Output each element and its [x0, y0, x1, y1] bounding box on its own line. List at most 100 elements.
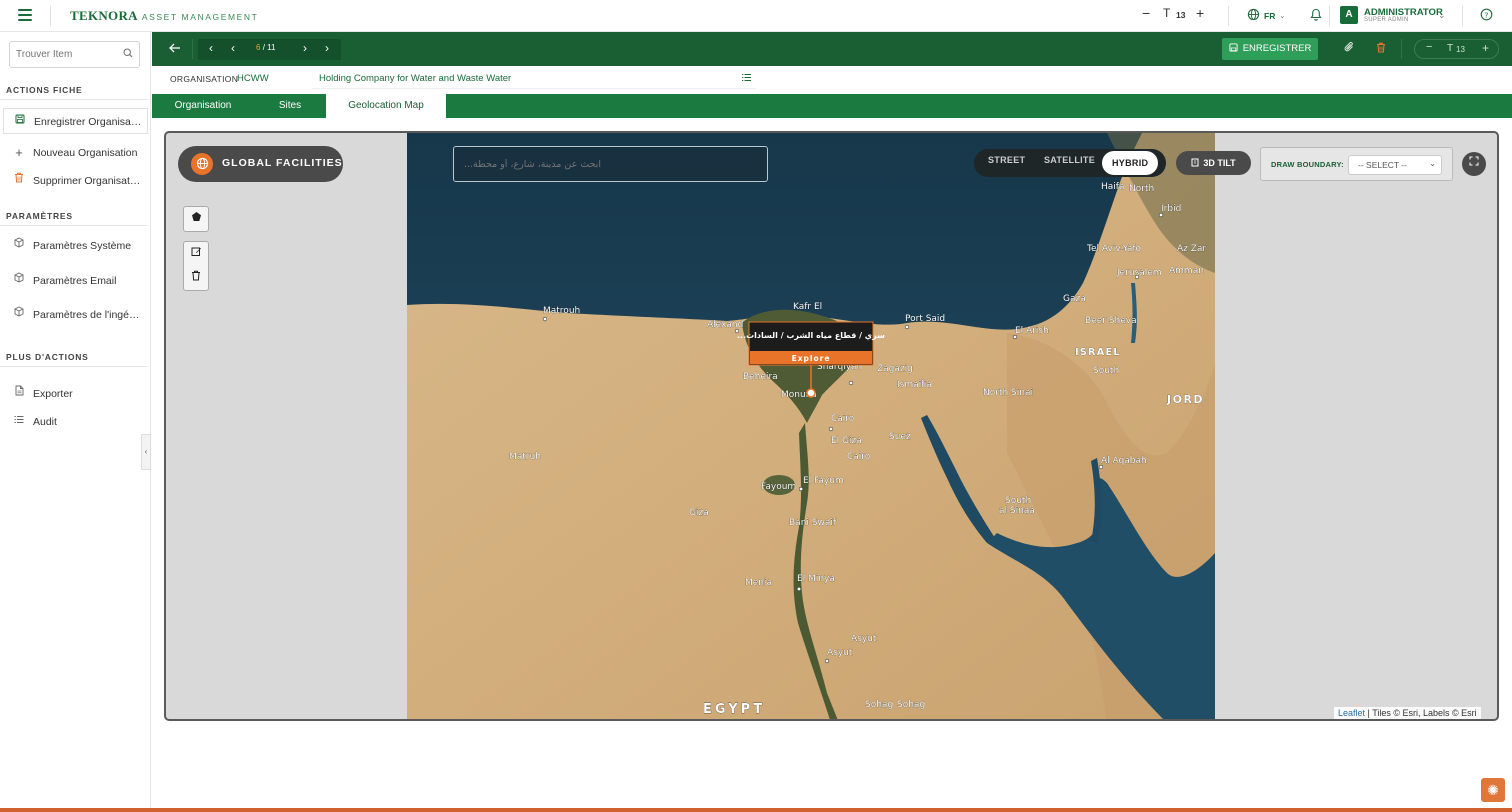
layer-street[interactable]: STREET — [988, 155, 1025, 165]
assistant-icon[interactable]: ✺ — [1481, 778, 1505, 802]
map-label: Zagazig — [877, 364, 913, 374]
divider — [0, 99, 148, 100]
section-parametres: PARAMÈTRES — [6, 211, 73, 221]
map-layer-toggle: STREET SATELLITE HYBRID — [974, 149, 1166, 177]
boundary-select[interactable]: -- SELECT -- ⌄ — [1348, 155, 1442, 175]
sidebar-item-audit[interactable]: Audit — [0, 409, 150, 435]
draw-polygon-tool[interactable] — [183, 206, 209, 232]
chevron-down-icon[interactable]: ⌄ — [1279, 11, 1286, 20]
bell-icon[interactable] — [1308, 8, 1324, 24]
location-marker-icon[interactable] — [806, 388, 816, 398]
globe-icon[interactable] — [1245, 8, 1261, 24]
polygon-icon[interactable] — [184, 207, 208, 231]
sidebar-item-delete[interactable]: Supprimer Organisation — [0, 168, 150, 194]
map-label: Sohag — [865, 700, 893, 710]
country-label-egypt: EGYPT — [703, 702, 765, 717]
map-label: Matruh — [509, 452, 541, 462]
sidebar-collapse-button[interactable]: ‹ — [141, 434, 151, 470]
divider — [312, 88, 756, 89]
org-name[interactable]: Holding Company for Water and Waste Wate… — [319, 73, 511, 84]
map-label: Bani Swaif — [789, 518, 837, 528]
city-marker — [1012, 334, 1018, 340]
sidebar-search[interactable] — [9, 41, 140, 68]
font-decrease-icon[interactable]: − — [1426, 41, 1432, 53]
back-arrow-icon[interactable] — [167, 41, 183, 57]
3d-tilt-button[interactable]: 3D TILT — [1176, 151, 1251, 175]
next-record-icon[interactable]: › — [298, 41, 312, 55]
first-record-icon[interactable]: ‹ — [204, 41, 218, 55]
map-label: Az Zar — [1177, 244, 1206, 254]
font-increase-icon[interactable]: + — [1196, 5, 1204, 21]
top-header: TEKNORA ASSET MANAGEMENT − T 13 + FR ⌄ A … — [0, 0, 1512, 32]
city-marker — [1158, 212, 1164, 218]
sidebar-item-label: Exporter — [33, 388, 73, 400]
tab-sites[interactable]: Sites — [254, 94, 326, 118]
record-toolbar: ‹ ‹ 6 / 11 › › ENREGISTRER − T 13 + — [152, 32, 1512, 66]
map-label: Al Aqabah — [1101, 456, 1147, 466]
map-search-input[interactable] — [464, 147, 764, 181]
edit-icon[interactable] — [184, 242, 208, 266]
save-button[interactable]: ENREGISTRER — [1222, 38, 1318, 60]
avatar[interactable]: A — [1340, 6, 1358, 24]
map-label: Menia — [745, 578, 772, 588]
global-facilities-button[interactable]: GLOBAL FACILITIES — [178, 146, 343, 182]
sidebar-item-email-settings[interactable]: Paramètres Email — [0, 268, 150, 294]
font-increase-icon[interactable]: + — [1482, 41, 1489, 55]
menu-icon[interactable] — [18, 9, 32, 21]
sidebar-item-system-settings[interactable]: Paramètres Système — [0, 233, 150, 259]
cube-icon — [13, 268, 25, 294]
sidebar-search-input[interactable] — [16, 42, 116, 67]
sidebar-item-label: Nouveau Organisation — [33, 147, 138, 159]
sidebar-item-engineering-settings[interactable]: Paramètres de l'ingénierie — [0, 302, 150, 328]
sidebar-item-export[interactable]: Exporter — [0, 381, 150, 407]
tab-organisation[interactable]: Organisation — [152, 94, 254, 118]
3d-tilt-label: 3D TILT — [1203, 158, 1236, 168]
language-selector[interactable]: FR — [1264, 11, 1275, 21]
map-attribution: Leaflet | Tiles © Esri, Labels © Esri — [1334, 707, 1481, 719]
divider — [1228, 6, 1229, 26]
globe-icon — [191, 153, 213, 175]
fullscreen-button[interactable] — [1462, 152, 1486, 176]
popup-title: ...سري / قطاع مياه الشرب / السادات — [737, 331, 885, 340]
map-canvas[interactable]: Matrouh Alexand Kafr El Port Said Beheir… — [407, 133, 1215, 721]
record-header: ORGANISATION HCWW Holding Company for Wa… — [152, 66, 1512, 94]
sidebar-item-new[interactable]: + Nouveau Organisation — [0, 140, 150, 166]
sidebar-item-save[interactable]: Enregistrer Organisation — [3, 108, 148, 134]
explore-button-label: Explore — [792, 354, 831, 363]
tab-geolocation-map[interactable]: Geolocation Map — [326, 94, 446, 118]
plus-icon: + — [15, 145, 23, 160]
map-label: South — [1093, 366, 1119, 376]
layer-satellite[interactable]: SATELLITE — [1044, 155, 1095, 165]
delete-icon[interactable] — [1373, 41, 1389, 57]
logo-subtitle: ASSET MANAGEMENT — [141, 12, 259, 22]
sidebar-item-label: Supprimer Organisation — [33, 175, 141, 187]
city-marker — [1134, 274, 1140, 280]
app-brand[interactable]: TEKNORA ASSET MANAGEMENT — [70, 8, 258, 24]
country-label-israel: ISRAEL — [1075, 347, 1121, 358]
leaflet-link[interactable]: Leaflet — [1338, 708, 1365, 718]
city-marker — [828, 426, 834, 432]
prev-record-icon[interactable]: ‹ — [226, 41, 240, 55]
sidebar: ACTIONS FICHE Enregistrer Organisation +… — [0, 32, 151, 812]
help-icon[interactable]: ? — [1478, 8, 1494, 24]
list-icon[interactable] — [741, 73, 752, 85]
map-search[interactable] — [453, 146, 768, 182]
map-label: El Minya — [797, 574, 835, 584]
divider — [1462, 6, 1463, 26]
last-record-icon[interactable]: › — [320, 41, 334, 55]
search-icon[interactable] — [123, 48, 133, 61]
sidebar-item-label: Audit — [33, 416, 57, 428]
layer-hybrid[interactable]: HYBRID — [1102, 151, 1159, 175]
org-code[interactable]: HCWW — [237, 73, 269, 84]
city-marker — [824, 658, 830, 664]
divider — [0, 225, 148, 226]
map-label: North — [1129, 184, 1154, 194]
map-label: Beer Sheva — [1085, 316, 1137, 326]
cube-icon — [13, 302, 25, 328]
font-size-value: 13 — [1456, 45, 1465, 54]
user-menu-chevron-icon[interactable]: ⌄ — [1438, 10, 1446, 21]
delete-shape-icon[interactable] — [184, 266, 208, 290]
attribution-text: | Tiles © Esri, Labels © Esri — [1367, 708, 1477, 718]
font-decrease-icon[interactable]: − — [1142, 5, 1150, 21]
attachment-icon[interactable] — [1341, 41, 1357, 57]
